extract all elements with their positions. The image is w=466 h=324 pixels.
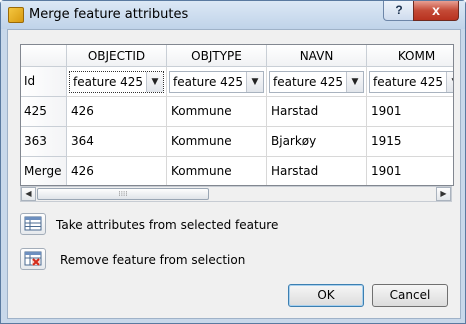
table-cell: feature 425 ▼ <box>367 67 453 97</box>
objtype-source-combo[interactable]: feature 425 ▼ <box>169 71 264 93</box>
row-header-feature-425[interactable]: 425 <box>21 97 67 127</box>
table-cell[interactable]: 1915 <box>367 127 453 157</box>
chevron-down-icon[interactable]: ▼ <box>146 72 163 92</box>
row-header-id[interactable]: Id <box>21 67 67 97</box>
table-cell[interactable]: Harstad <box>267 97 367 127</box>
take-attributes-button[interactable] <box>20 213 46 235</box>
scroll-right-icon[interactable]: ▶ <box>436 187 451 201</box>
table-cell[interactable]: 1901 <box>367 157 453 185</box>
remove-feature-label: Remove feature from selection <box>60 253 246 267</box>
column-header-navn[interactable]: NAVN <box>267 45 367 67</box>
table-cell[interactable]: Kommune <box>167 97 267 127</box>
close-button[interactable]: x <box>413 1 459 21</box>
qgis-app-icon <box>8 7 24 23</box>
table-cell[interactable]: 364 <box>67 127 167 157</box>
navn-source-combo[interactable]: feature 425 ▼ <box>269 71 364 93</box>
chevron-down-icon[interactable]: ▼ <box>346 72 363 92</box>
table-cell[interactable]: 426 <box>67 157 167 185</box>
chevron-down-icon[interactable]: ▼ <box>446 72 453 92</box>
table-cell: feature 425 ▼ <box>67 67 167 97</box>
table-cell: feature 425 ▼ <box>167 67 267 97</box>
table-cell[interactable]: 1901 <box>367 97 453 127</box>
dialog-body: OBJECTID OBJTYPE NAVN KOMM Id feature 42… <box>7 29 461 319</box>
scrollbar-thumb[interactable]: ⁞⁞⁞⁞ <box>37 188 209 200</box>
row-header-merge[interactable]: Merge <box>21 157 67 185</box>
table-cell[interactable]: Kommune <box>167 127 267 157</box>
ok-button[interactable]: OK <box>288 284 364 307</box>
horizontal-scrollbar[interactable]: ◀ ⁞⁞⁞⁞ ▶ <box>20 186 452 202</box>
table-cell[interactable]: 426 <box>67 97 167 127</box>
chevron-down-icon[interactable]: ▼ <box>246 72 263 92</box>
objectid-source-combo[interactable]: feature 425 ▼ <box>69 71 164 93</box>
attributes-table: OBJECTID OBJTYPE NAVN KOMM Id feature 42… <box>20 44 454 186</box>
dialog-title: Merge feature attributes <box>29 7 189 22</box>
combo-value: feature 425 <box>73 75 144 89</box>
combo-value: feature 425 <box>173 75 244 89</box>
table-cell: feature 425 ▼ <box>267 67 367 97</box>
remove-feature-button[interactable] <box>20 248 46 270</box>
take-attributes-label: Take attributes from selected feature <box>56 218 279 232</box>
table-cell[interactable]: Harstad <box>267 157 367 185</box>
scroll-left-icon[interactable]: ◀ <box>21 187 36 201</box>
table-cell[interactable]: Kommune <box>167 157 267 185</box>
title-bar: Merge feature attributes ? x <box>1 1 465 29</box>
row-header-feature-363[interactable]: 363 <box>21 127 67 157</box>
column-header-komm[interactable]: KOMM <box>367 45 453 67</box>
table-select-icon <box>24 216 42 231</box>
komm-source-combo[interactable]: feature 425 ▼ <box>369 71 453 93</box>
table-remove-icon <box>24 251 42 266</box>
column-header-objectid[interactable]: OBJECTID <box>67 45 167 67</box>
table-cell[interactable]: Bjarkøy <box>267 127 367 157</box>
merge-feature-attributes-dialog: Merge feature attributes ? x OBJECTID OB… <box>0 0 466 324</box>
combo-value: feature 425 <box>273 75 344 89</box>
column-header-objtype[interactable]: OBJTYPE <box>167 45 267 67</box>
combo-value: feature 425 <box>373 75 444 89</box>
help-button[interactable]: ? <box>383 1 415 21</box>
table-corner <box>21 45 67 67</box>
cancel-button[interactable]: Cancel <box>372 284 448 307</box>
